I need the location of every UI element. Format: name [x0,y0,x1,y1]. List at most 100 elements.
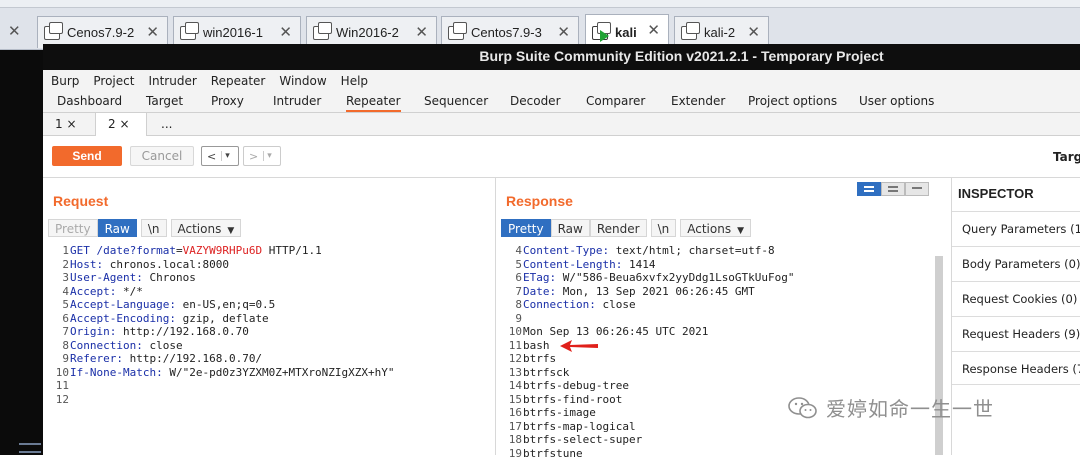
forward-arrow-icon: > [244,150,263,163]
request-editor[interactable]: 1GET /date?format=VAZYW9RHPu6D HTTP/1.12… [48,244,395,406]
code-line: 17btrfs-map-logical [501,420,795,434]
code-line: 12 [48,393,395,407]
menu-intruder[interactable]: Intruder [148,74,196,88]
forward-button[interactable]: >▾ [243,146,281,166]
header-key: Accept-Encoding: [70,312,176,325]
menu-help[interactable]: Help [341,74,368,88]
raw-button[interactable]: Raw [98,219,137,237]
close-icon[interactable]: ✕ [747,23,760,41]
code-line: 8Connection: close [48,339,395,353]
code-line: 5Accept-Language: en-US,en;q=0.5 [48,298,395,312]
inspector-request-cookies[interactable]: Request Cookies (0) [952,281,1080,315]
layout-switcher [857,182,929,196]
render-button[interactable]: Render [590,219,647,237]
header-value: 1414 [622,258,655,271]
close-icon[interactable]: ✕ [8,22,21,40]
inspector-body-params[interactable]: Body Parameters (0) [952,246,1080,280]
line-number: 7 [48,325,70,339]
close-icon[interactable]: ✕ [647,21,660,39]
repeater-tab-1[interactable]: 1 × [43,113,95,136]
tab-project-options[interactable]: Project options [748,94,837,108]
play-icon [600,30,609,42]
actions-menu[interactable]: Actions▼ [680,219,751,237]
header-key: Referer: [70,352,123,365]
vm-tab-label: Cenos7.9-2 [67,25,134,40]
tab-target[interactable]: Target [146,94,183,108]
tab-intruder[interactable]: Intruder [273,94,321,108]
request-line-rest: HTTP/1.1 [262,244,322,257]
tab-dashboard[interactable]: Dashboard [57,94,122,108]
line-number: 7 [501,285,523,299]
header-value: W/"2e-pd0z3YZXM0Z+MTXroNZIgXZX+hY" [163,366,395,379]
vm-tab-label: kali [615,25,637,40]
tab-repeater[interactable]: Repeater [346,94,401,112]
line-number: 4 [48,285,70,299]
tab-proxy[interactable]: Proxy [211,94,244,108]
vm-tab-bar: ✕ Cenos7.9-2 ✕ win2016-1 ✕ Win2016-2 ✕ C… [0,0,1080,50]
tabbed-view-icon[interactable] [905,182,929,196]
panel-divider[interactable] [495,178,496,455]
header-value: Mon Sep 13 06:26:45 UTC 2021 [523,325,708,338]
code-line: 6ETag: W/"586-Beua6xvfx2yyDdg1LsoGTkUuFo… [501,271,795,285]
line-number: 4 [501,244,523,258]
header-key: Origin: [70,325,116,338]
inspector-response-headers[interactable]: Response Headers (7) [952,351,1080,385]
wechat-icon [788,396,818,420]
tab-comparer[interactable]: Comparer [586,94,645,108]
line-number: 19 [501,447,523,460]
tab-extender[interactable]: Extender [671,94,725,108]
header-value: btrfsck [523,366,569,379]
header-key: Date: [523,285,556,298]
code-line: 16btrfs-image [501,406,795,420]
response-scrollbar[interactable] [935,256,943,455]
repeater-tabs: 1 × 2 × ... [43,113,1080,136]
request-view-bar: Pretty Raw \n Actions▼ [48,219,241,237]
vm-top-strip [0,0,1080,8]
target-label[interactable]: Target [1053,150,1080,164]
scroll-thumb[interactable] [935,256,943,455]
menu-burp[interactable]: Burp [51,74,79,88]
watermark: 爱婷如命一生一世 [788,393,994,422]
chevron-down-icon: ▼ [737,226,744,236]
dropdown-icon: ▾ [263,151,275,161]
close-icon[interactable]: ✕ [415,23,428,41]
repeater-tab-2[interactable]: 2 × [95,113,147,136]
line-number: 6 [501,271,523,285]
close-icon[interactable]: ✕ [279,23,292,41]
close-icon[interactable]: ✕ [557,23,570,41]
close-icon[interactable]: ✕ [146,23,159,41]
pretty-button[interactable]: Pretty [501,219,551,237]
code-line: 7Date: Mon, 13 Sep 2021 06:26:45 GMT [501,285,795,299]
header-key: Host: [70,258,103,271]
header-key: Accept: [70,285,116,298]
tab-decoder[interactable]: Decoder [510,94,561,108]
header-value: http://192.168.0.70/ [123,352,262,365]
code-line: 14btrfs-debug-tree [501,379,795,393]
raw-button[interactable]: Raw [551,219,590,237]
split-horizontal-icon[interactable] [857,182,881,196]
newline-toggle[interactable]: \n [651,219,677,237]
actions-menu[interactable]: Actions▼ [171,219,242,237]
code-line: 12btrfs [501,352,795,366]
menu-project[interactable]: Project [93,74,134,88]
menu-window[interactable]: Window [279,74,326,88]
newline-toggle[interactable]: \n [141,219,167,237]
menu-icon[interactable] [19,443,41,453]
request-title: Request [53,193,108,209]
window-title: Burp Suite Community Edition v2021.2.1 -… [479,48,883,64]
vm-icon [180,26,196,40]
equals-sign: = [176,244,183,257]
split-vertical-icon[interactable] [881,182,905,196]
inspector-request-headers[interactable]: Request Headers (9) [952,316,1080,350]
back-button[interactable]: <▾ [201,146,239,166]
response-editor[interactable]: 4Content-Type: text/html; charset=utf-85… [501,244,795,460]
tab-sequencer[interactable]: Sequencer [424,94,488,108]
cancel-button[interactable]: Cancel [130,146,194,166]
tab-user-options[interactable]: User options [859,94,934,108]
repeater-tab-more[interactable]: ... [147,113,187,136]
inspector-query-params[interactable]: Query Parameters (1) [952,211,1080,245]
pretty-button[interactable]: Pretty [48,219,98,237]
line-number: 5 [48,298,70,312]
menu-repeater[interactable]: Repeater [211,74,266,88]
send-button[interactable]: Send [52,146,122,166]
